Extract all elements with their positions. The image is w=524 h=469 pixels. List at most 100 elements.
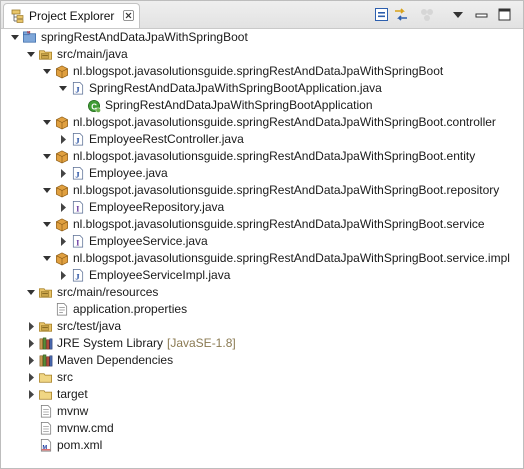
tree-item-label: EmployeeServiceImpl.java [89, 268, 231, 282]
library-icon [39, 337, 53, 350]
tree-row[interactable]: nl.blogspot.javasolutionsguide.springRes… [1, 148, 523, 165]
tree-item-label: src/main/resources [57, 285, 159, 299]
tree-item-label: pom.xml [57, 438, 103, 452]
tree-item-label: EmployeeRepository.java [89, 200, 225, 214]
expand-arrow-open-icon[interactable] [26, 284, 36, 301]
tree-item-label: src/main/java [57, 47, 128, 61]
package-icon [56, 252, 68, 266]
tree-item-label: nl.blogspot.javasolutionsguide.springRes… [73, 183, 500, 197]
text-file-icon [40, 422, 52, 435]
package-icon [56, 150, 68, 164]
maximize-icon[interactable] [497, 7, 513, 23]
tree-row[interactable]: J SpringRestAndDataJpaWithSpringBootAppli… [1, 80, 523, 97]
tree-item-label: Maven Dependencies [57, 353, 174, 367]
tree-row[interactable]: src [1, 369, 523, 386]
expand-arrow-closed-icon[interactable] [58, 267, 68, 284]
expand-arrow-closed-icon[interactable] [26, 335, 36, 352]
tree-item-label: SpringRestAndDataJpaWithSpringBootApplic… [89, 81, 382, 95]
tree-row[interactable]: I EmployeeRepository.java [1, 199, 523, 216]
folder-icon [39, 373, 52, 383]
tree-row[interactable]: src/test/java [1, 318, 523, 335]
minimize-icon[interactable] [474, 7, 490, 23]
spring-boot-class-icon: C [88, 99, 101, 113]
link-with-editor-icon[interactable] [393, 7, 409, 23]
properties-file-icon [56, 303, 68, 316]
tree-row[interactable]: nl.blogspot.javasolutionsguide.springRes… [1, 250, 523, 267]
focus-task-icon[interactable] [419, 7, 435, 23]
svg-text:J: J [75, 135, 79, 145]
tree-row[interactable]: J Employee.java [1, 165, 523, 182]
tree-row[interactable]: nl.blogspot.javasolutionsguide.springRes… [1, 216, 523, 233]
tree-item-label: JRE System Library [57, 336, 164, 350]
tree-row[interactable]: Maven Dependencies [1, 352, 523, 369]
tree-row[interactable]: src/main/java [1, 46, 523, 63]
tree-row[interactable]: MspringRestAndDataJpaWithSpringBoot [1, 29, 523, 46]
tree-item-label: EmployeeRestController.java [89, 132, 244, 146]
java-file-icon: J [72, 82, 84, 95]
tree-row[interactable]: JRE System Library [JavaSE-1.8] [1, 335, 523, 352]
tree-item-label: src [57, 370, 73, 384]
expand-arrow-closed-icon[interactable] [58, 199, 68, 216]
tree-item-label: nl.blogspot.javasolutionsguide.springRes… [73, 217, 485, 231]
tab-project-explorer[interactable]: Project Explorer [3, 3, 140, 28]
tree-row[interactable]: J EmployeeRestController.java [1, 131, 523, 148]
tree-row[interactable]: I EmployeeService.java [1, 233, 523, 250]
maven-project-icon: M [23, 30, 36, 43]
svg-text:J: J [75, 169, 79, 179]
tree-row[interactable]: nl.blogspot.javasolutionsguide.springRes… [1, 63, 523, 80]
java-file-icon: J [72, 133, 84, 146]
tree-item-label: Employee.java [89, 166, 168, 180]
source-folder-icon [39, 288, 52, 298]
tree-row[interactable]: mvnw [1, 403, 523, 420]
expand-arrow-closed-icon[interactable] [58, 233, 68, 250]
expand-arrow-open-icon[interactable] [58, 80, 68, 97]
source-folder-icon [39, 50, 52, 60]
package-icon [56, 218, 68, 232]
svg-text:M: M [27, 30, 30, 34]
svg-text:J: J [75, 271, 79, 281]
close-icon[interactable] [123, 10, 134, 21]
expand-arrow-open-icon[interactable] [42, 216, 52, 233]
package-icon [56, 116, 68, 130]
expand-arrow-closed-icon[interactable] [26, 386, 36, 403]
text-file-icon [40, 405, 52, 418]
java-interface-file-icon: I [72, 235, 84, 248]
expand-arrow-open-icon[interactable] [42, 250, 52, 267]
xml-file-icon: M [40, 439, 52, 452]
expand-arrow-open-icon[interactable] [10, 29, 20, 46]
expand-arrow-closed-icon[interactable] [26, 369, 36, 386]
expand-arrow-closed-icon[interactable] [58, 165, 68, 182]
svg-text:I: I [76, 237, 79, 247]
project-explorer-icon [11, 9, 24, 23]
expand-arrow-open-icon[interactable] [42, 182, 52, 199]
package-icon [56, 65, 68, 79]
tab-label: Project Explorer [29, 9, 115, 23]
tree-row[interactable]: nl.blogspot.javasolutionsguide.springRes… [1, 182, 523, 199]
tree-row[interactable]: mvnw.cmd [1, 420, 523, 437]
tree-row[interactable]: target [1, 386, 523, 403]
java-interface-file-icon: I [72, 201, 84, 214]
tree-item-label: target [57, 387, 88, 401]
tree-row[interactable]: nl.blogspot.javasolutionsguide.springRes… [1, 114, 523, 131]
expand-arrow-closed-icon[interactable] [26, 352, 36, 369]
tree-row[interactable]: C SpringRestAndDataJpaWithSpringBootAppli… [1, 97, 523, 114]
view-tab-bar: Project Explorer [1, 1, 523, 29]
expand-arrow-closed-icon[interactable] [26, 318, 36, 335]
expand-arrow-open-icon[interactable] [42, 114, 52, 131]
tree-item-label: springRestAndDataJpaWithSpringBoot [41, 30, 248, 44]
tree-row[interactable]: J EmployeeServiceImpl.java [1, 267, 523, 284]
svg-text:J: J [75, 84, 79, 94]
tree-item-decoration: [JavaSE-1.8] [167, 336, 236, 350]
expand-arrow-closed-icon[interactable] [58, 131, 68, 148]
collapse-all-icon[interactable] [374, 7, 390, 23]
expand-arrow-open-icon[interactable] [42, 63, 52, 80]
java-file-icon: J [72, 167, 84, 180]
tree-row[interactable]: application.properties [1, 301, 523, 318]
tree-row[interactable]: src/main/resources [1, 284, 523, 301]
expand-arrow-open-icon[interactable] [26, 46, 36, 63]
view-menu-icon[interactable] [450, 7, 466, 23]
project-explorer-view: Project Explorer M springRestAndDataJpaW… [0, 0, 524, 469]
folder-icon [39, 390, 52, 400]
expand-arrow-open-icon[interactable] [42, 148, 52, 165]
tree-row[interactable]: Mpom.xml [1, 437, 523, 454]
